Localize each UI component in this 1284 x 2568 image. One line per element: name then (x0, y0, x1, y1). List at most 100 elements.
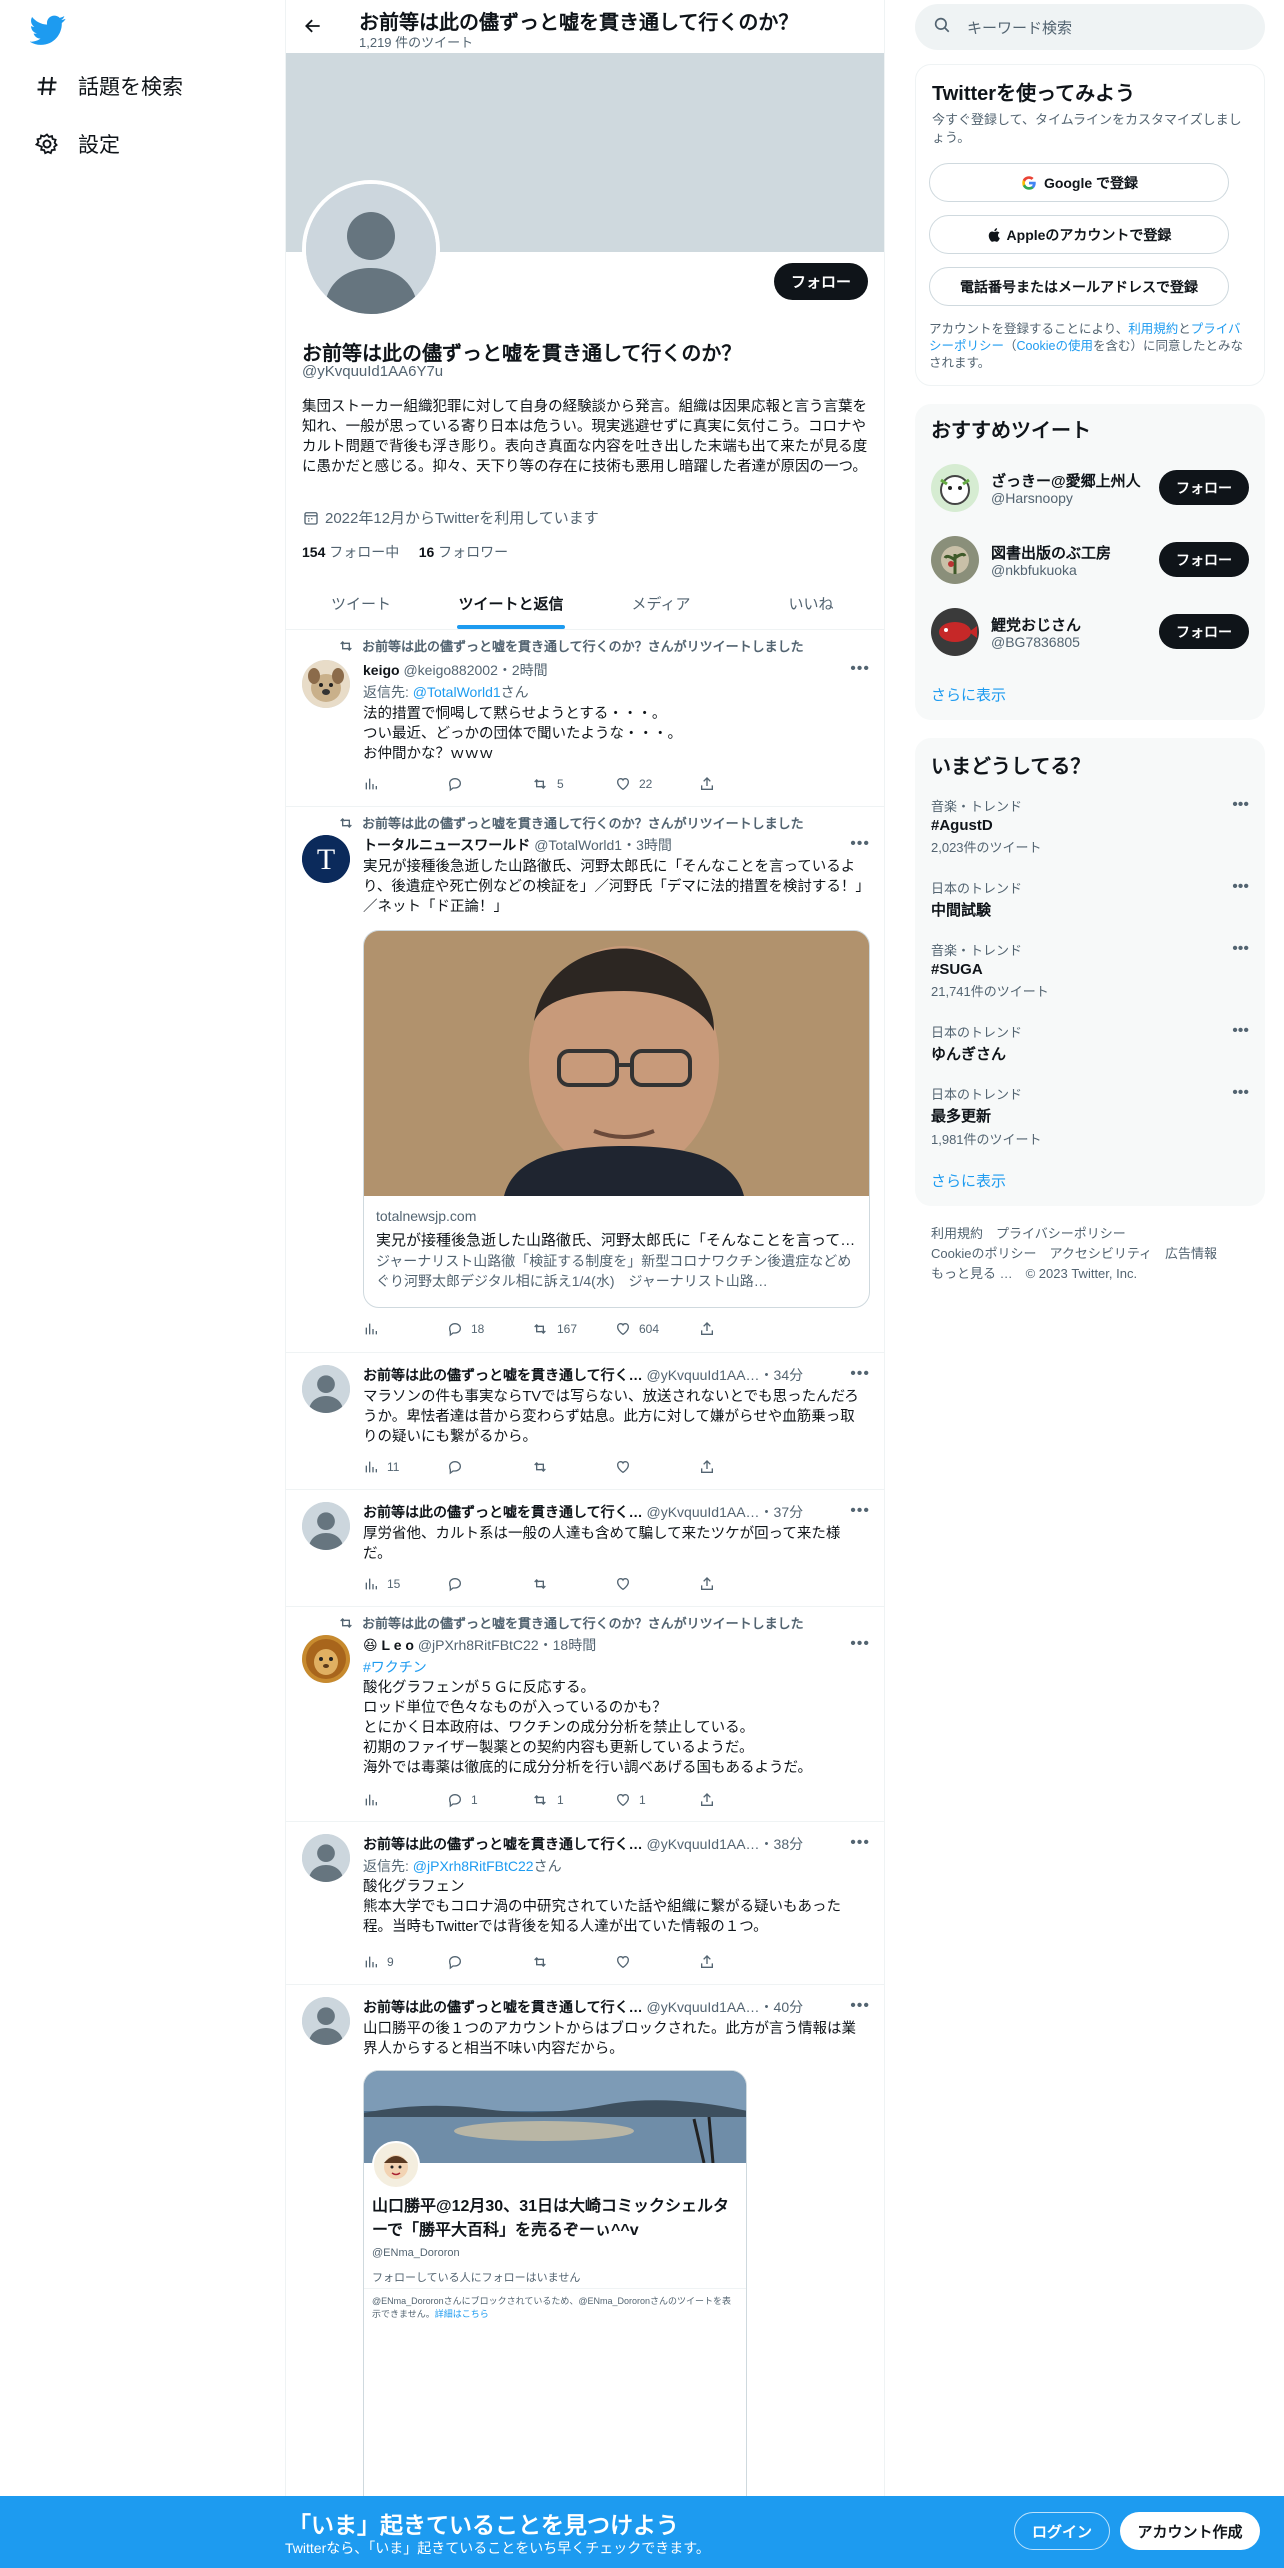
link-card[interactable]: totalnewsjp.com 実兄が接種後急逝した山路徹氏、河野太郎氏に「そん… (363, 930, 870, 1308)
apple-signup-button[interactable]: Appleのアカウントで登録 (929, 215, 1229, 254)
reply-button[interactable]: 1 (447, 1790, 531, 1810)
phone-email-signup-button[interactable]: 電話番号またはメールアドレスで登録 (929, 267, 1229, 306)
tweet-time[interactable]: ・2時間 (498, 662, 548, 678)
tweet-author-name[interactable]: お前等は此の儘ずっと嘘を貫き通して行く… (363, 1999, 643, 2015)
share-button[interactable] (699, 774, 783, 794)
share-button[interactable] (699, 1457, 783, 1477)
tweet-avatar[interactable] (302, 1834, 350, 1882)
embed-details-link[interactable]: 詳細はこちら (435, 2309, 489, 2319)
like-button[interactable] (615, 1952, 699, 1972)
tweet-time[interactable]: ・38分 (760, 1836, 804, 1852)
footer-line-2[interactable]: Cookieのポリシー アクセシビリティ 広告情報 (931, 1244, 1251, 1264)
tweet-item[interactable]: お前等は此の儘ずっと嘘を貫き通して行く… @yKvquuId1AA…・38分 •… (286, 1822, 884, 1985)
like-button[interactable]: 1 (615, 1790, 699, 1810)
tab-tweets-replies[interactable]: ツイートと返信 (436, 578, 586, 629)
search-input[interactable]: キーワード検索 (915, 4, 1265, 50)
cookie-link[interactable]: Cookieの使用 (1017, 339, 1093, 353)
footer-line-3[interactable]: もっと見る … © 2023 Twitter, Inc. (931, 1264, 1251, 1284)
profile-avatar[interactable] (302, 180, 440, 318)
like-button[interactable] (615, 1457, 699, 1477)
tweet-author-handle[interactable]: @yKvquuId1AA… (646, 1999, 759, 2015)
nav-explore[interactable]: 話題を検索 (34, 66, 183, 106)
tweet-item[interactable]: お前等は此の儘ずっと嘘を貫き通して行くのか？さんがリツイートしました T トータ… (286, 807, 884, 1353)
google-signup-button[interactable]: Google で登録 (929, 163, 1229, 202)
reply-button[interactable] (447, 1457, 531, 1477)
more-icon[interactable]: ••• (850, 1365, 870, 1383)
tweet-item[interactable]: お前等は此の儘ずっと嘘を貫き通して行く… @yKvquuId1AA…・34分 •… (286, 1353, 884, 1490)
retweet-button[interactable]: 167 (531, 1319, 615, 1339)
tweet-item[interactable]: お前等は此の儘ずっと嘘を貫き通して行く… @yKvquuId1AA…・40分 •… (286, 1985, 884, 2568)
like-button[interactable] (615, 1574, 699, 1594)
reply-to-link[interactable]: @jPXrh8RitFBtC22 (413, 1858, 534, 1874)
reply-button[interactable] (447, 774, 531, 794)
rec-follow-button[interactable]: フォロー (1159, 542, 1249, 577)
reply-button[interactable] (447, 1574, 531, 1594)
tweet-author-handle[interactable]: @TotalWorld1 (534, 837, 622, 853)
tweet-time[interactable]: ・3時間 (622, 837, 672, 853)
tweet-author-name[interactable]: お前等は此の儘ずっと嘘を貫き通して行く… (363, 1836, 643, 1852)
embedded-profile-card[interactable]: 山口勝平@12月30、31日は大崎コミックシェルターで「勝平大百科」を売るぞーぃ… (363, 2070, 747, 2568)
more-icon[interactable]: ••• (850, 835, 870, 853)
share-button[interactable] (699, 1952, 783, 1972)
followers-link[interactable]: 16 フォロワー (419, 544, 508, 560)
tweet-time[interactable]: ・34分 (760, 1367, 804, 1383)
following-link[interactable]: 154 フォロー中 (302, 544, 399, 560)
terms-link[interactable]: 利用規約 (1128, 322, 1178, 336)
tweet-author-handle[interactable]: @yKvquuId1AA… (646, 1367, 759, 1383)
tweet-author-name[interactable]: keigo (363, 662, 400, 678)
more-icon[interactable]: ••• (1232, 878, 1249, 896)
views-button[interactable]: 11 (363, 1457, 447, 1477)
nav-settings[interactable]: 設定 (34, 124, 120, 164)
embed-handle[interactable]: @ENma_Dororon (372, 2247, 460, 2259)
views-button[interactable] (363, 1790, 447, 1810)
tweet-avatar[interactable] (302, 1502, 350, 1550)
tweet-author-name[interactable]: お前等は此の儘ずっと嘘を貫き通して行く… (363, 1504, 643, 1520)
tweet-item[interactable]: お前等は此の儘ずっと嘘を貫き通して行くのか？さんがリツイートしました 😆 L e… (286, 1607, 884, 1822)
tab-likes[interactable]: いいね (736, 578, 884, 629)
rec-avatar[interactable] (931, 608, 979, 656)
more-icon[interactable]: ••• (850, 1997, 870, 2015)
like-button[interactable]: 604 (615, 1319, 699, 1339)
tweet-author-handle[interactable]: @yKvquuId1AA… (646, 1504, 759, 1520)
rec-avatar[interactable] (931, 464, 979, 512)
retweet-button[interactable] (531, 1574, 615, 1594)
login-button[interactable]: ログイン (1014, 2512, 1110, 2550)
more-icon[interactable]: ••• (850, 1834, 870, 1852)
reply-button[interactable]: 18 (447, 1319, 531, 1339)
tweet-avatar[interactable] (302, 660, 350, 708)
tab-media[interactable]: メディア (586, 578, 736, 629)
more-icon[interactable]: ••• (1232, 796, 1249, 814)
tab-tweets[interactable]: ツイート (286, 578, 436, 629)
share-button[interactable] (699, 1574, 783, 1594)
trend-item[interactable]: 日本のトレンド 最多更新 1,981件のツイート ••• (931, 1084, 1249, 1148)
signup-button[interactable]: アカウント作成 (1120, 2512, 1260, 2550)
views-button[interactable]: 15 (363, 1574, 447, 1594)
recommended-user[interactable]: 鯉党おじさん @BG7836805 フォロー (931, 608, 1249, 668)
rec-avatar[interactable] (931, 536, 979, 584)
embed-avatar[interactable] (372, 2141, 420, 2189)
tweet-avatar[interactable] (302, 1365, 350, 1413)
rec-follow-button[interactable]: フォロー (1159, 470, 1249, 505)
tweet-author-handle[interactable]: @keigo882002 (403, 662, 497, 678)
reply-to-link[interactable]: @TotalWorld1 (413, 684, 501, 700)
tweet-time[interactable]: ・18時間 (539, 1637, 597, 1653)
tweet-time[interactable]: ・37分 (760, 1504, 804, 1520)
rec-follow-button[interactable]: フォロー (1159, 614, 1249, 649)
share-button[interactable] (699, 1790, 783, 1810)
rec-show-more-link[interactable]: さらに表示 (931, 684, 1006, 705)
tweet-author-name[interactable]: お前等は此の儘ずっと嘘を貫き通して行く… (363, 1367, 643, 1383)
trend-item[interactable]: 日本のトレンド ゆんぎさん ••• (931, 1022, 1249, 1064)
trend-item[interactable]: 音楽・トレンド #SUGA 21,741件のツイート ••• (931, 940, 1249, 1000)
more-icon[interactable]: ••• (1232, 1084, 1249, 1102)
retweet-button[interactable]: 5 (531, 774, 615, 794)
tweet-author-handle[interactable]: @jPXrh8RitFBtC22 (418, 1637, 539, 1653)
more-icon[interactable]: ••• (1232, 1022, 1249, 1040)
more-icon[interactable]: ••• (850, 660, 870, 678)
more-icon[interactable]: ••• (850, 1502, 870, 1520)
like-button[interactable]: 22 (615, 774, 699, 794)
recommended-user[interactable]: ざっきー@愛郷上州人 @Harsnoopy フォロー (931, 464, 1249, 524)
follow-button[interactable]: フォロー (774, 263, 868, 300)
share-button[interactable] (699, 1319, 783, 1339)
tweet-author-name[interactable]: L e o (382, 1637, 414, 1653)
trends-show-more-link[interactable]: さらに表示 (931, 1170, 1006, 1191)
